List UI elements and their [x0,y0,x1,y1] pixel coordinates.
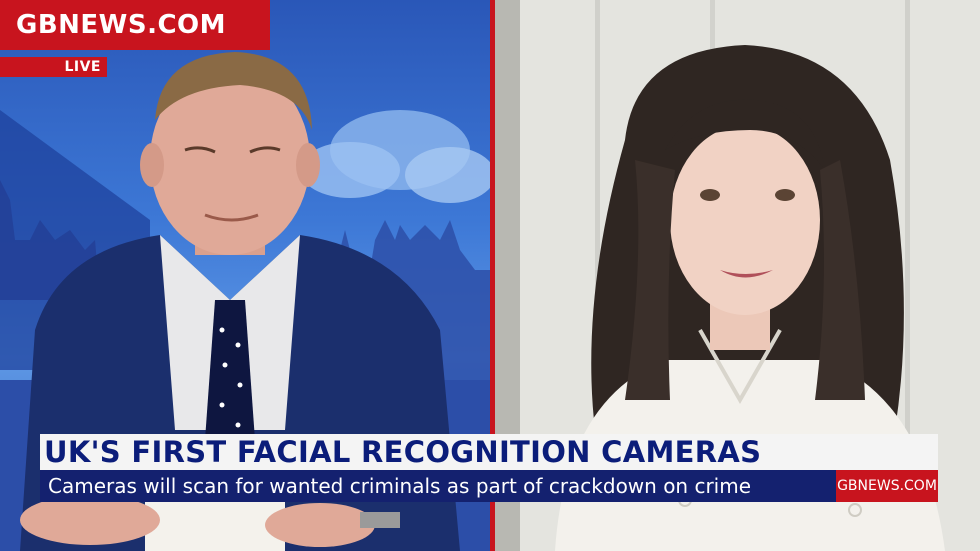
site-tag: GBNEWS.COM [836,470,938,502]
brand-name: GBNEWS.COM [16,10,227,40]
brand-logo-banner: GBNEWS.COM [0,0,270,50]
headline-text: UK'S FIRST FACIAL RECOGNITION CAMERAS [44,435,762,469]
ticker-text: Cameras will scan for wanted criminals a… [48,474,752,498]
site-tag-text: GBNEWS.COM [837,478,937,494]
live-label: LIVE [64,59,101,75]
headline-bar: UK'S FIRST FACIAL RECOGNITION CAMERAS [40,434,938,470]
live-badge: LIVE [0,57,107,77]
ticker-bar: Cameras will scan for wanted criminals a… [40,470,836,502]
broadcast-frame: GBNEWS.COM LIVE UK'S FIRST FACIAL RECOGN… [0,0,980,551]
